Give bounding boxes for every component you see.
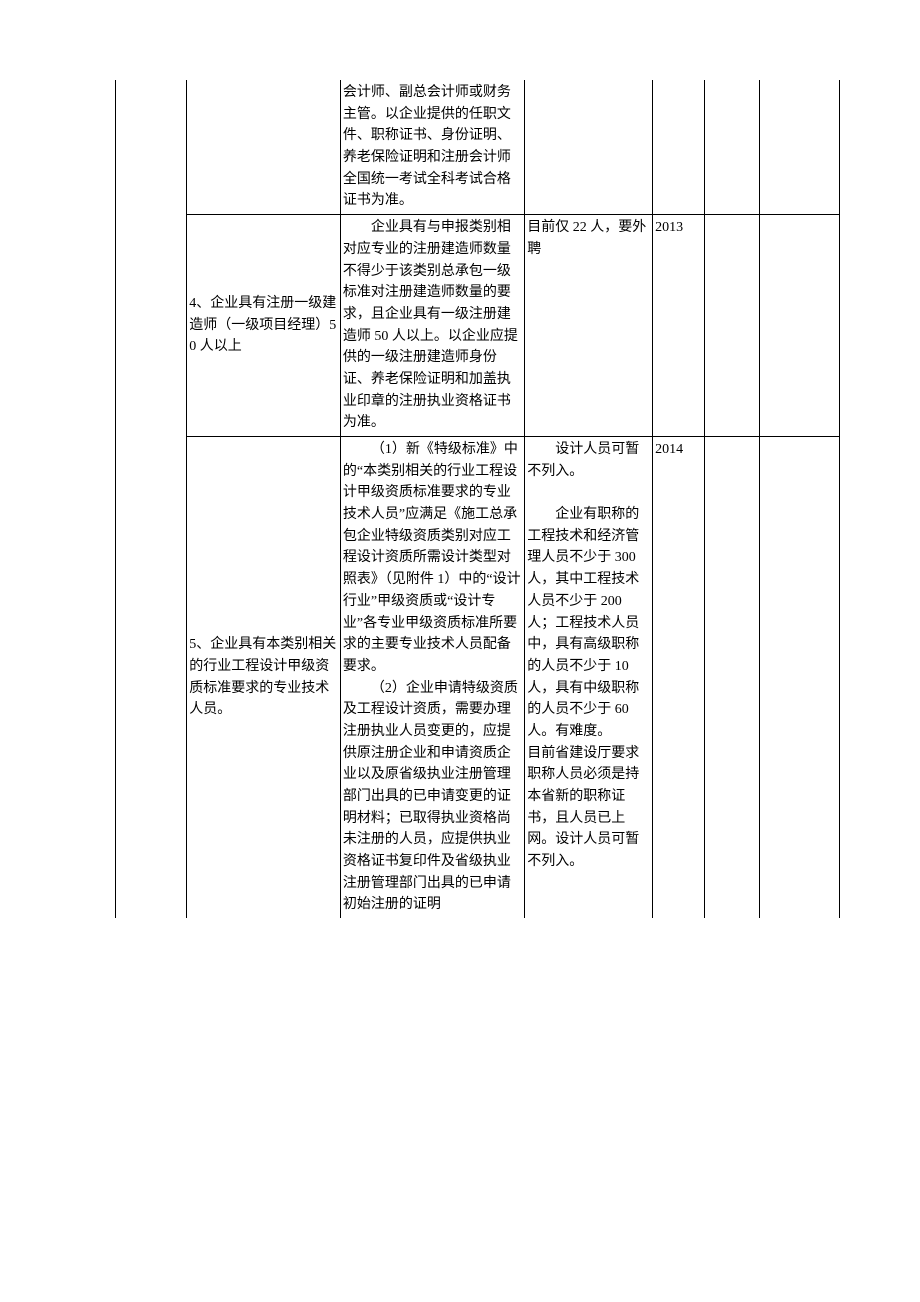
cell-text: 请特级资质及工程设计资质，需要办理注册执业人员变更的，应提供原注册企业和申请资质… (343, 681, 518, 913)
cell-text: （2）企业申 (343, 678, 448, 700)
cell-text: 报类别相对应专业的注册建造师数量不得少于该类别总承包一级标准对注册建造师数量的要… (343, 220, 518, 430)
cell-col7 (760, 437, 840, 919)
cell-col4: 目前仅 22 人，要外聘 (525, 215, 653, 437)
cell-col4: 设计人员可暂不列入。 企业有职称的工程技术和经济管理人员不少于 300 人，其中… (525, 437, 653, 919)
cell-col5: 2013 (653, 215, 705, 437)
cell-text: 目前省建设厅要求职称人员必须是持本省新的职称证书，且人员已上网。设计人员可暂不列… (527, 743, 650, 873)
cell-text: 标准》中的“本类别相关的行业工程设计甲级资质标准要求的专业技术人员”应满足《施工… (343, 442, 521, 674)
table-row: 4、企业具有注册一级建造师（一级项目经理）50 人以上 企业具有与申报类别相对应… (116, 215, 840, 437)
cell-col6 (704, 437, 759, 919)
cell-text: （1）新《特级 (343, 439, 462, 461)
document-page: 会计师、副总会计师或财务主管。以企业提供的任职文件、职称证书、身份证明、养老保险… (0, 0, 920, 988)
cell-col6 (704, 215, 759, 437)
cell-col3: （1）新《特级标准》中的“本类别相关的行业工程设计甲级资质标准要求的专业技术人员… (340, 437, 524, 919)
cell-col1 (116, 80, 187, 918)
cell-col5: 2014 (653, 437, 705, 919)
cell-col7 (760, 215, 840, 437)
cell-text: 企业有职称的工程技术和经济管理人员不少于 300 人，其中工程技术人员不少于 2… (527, 504, 650, 743)
cell-col2: 5、企业具有本类别相关的行业工程设计甲级资质标准要求的专业技术人员。 (187, 437, 341, 919)
cell-col7 (760, 80, 840, 215)
cell-col3: 会计师、副总会计师或财务主管。以企业提供的任职文件、职称证书、身份证明、养老保险… (340, 80, 524, 215)
table-row: 5、企业具有本类别相关的行业工程设计甲级资质标准要求的专业技术人员。 （1）新《… (116, 437, 840, 919)
cell-col2 (187, 80, 341, 215)
cell-col4 (525, 80, 653, 215)
table-row: 会计师、副总会计师或财务主管。以企业提供的任职文件、职称证书、身份证明、养老保险… (116, 80, 840, 215)
cell-text: 企业具有与申 (343, 217, 455, 239)
cell-col5 (653, 80, 705, 215)
cell-text: 设计人员可暂不列入。 (527, 439, 650, 482)
cell-col6 (704, 80, 759, 215)
requirements-table: 会计师、副总会计师或财务主管。以企业提供的任职文件、职称证书、身份证明、养老保险… (115, 80, 840, 918)
cell-col3: 企业具有与申报类别相对应专业的注册建造师数量不得少于该类别总承包一级标准对注册建… (340, 215, 524, 437)
cell-col2: 4、企业具有注册一级建造师（一级项目经理）50 人以上 (187, 215, 341, 437)
